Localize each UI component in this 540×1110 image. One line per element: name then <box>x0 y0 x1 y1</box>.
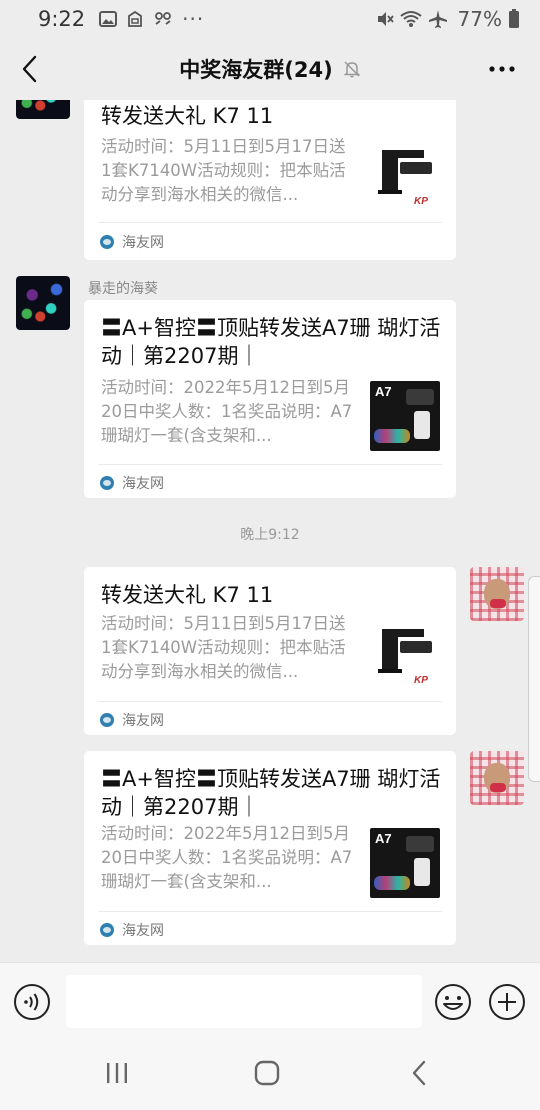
message-timestamp: 晚上9:12 <box>240 527 300 543</box>
card-thumbnail: KP <box>372 146 442 216</box>
emoji-button[interactable] <box>434 983 472 1021</box>
source-name: 海友网 <box>122 713 164 729</box>
avatar[interactable] <box>470 567 524 621</box>
card-thumbnail: A7 <box>370 381 440 451</box>
chevron-left-icon <box>22 55 37 83</box>
thumb-label: A7 <box>375 384 392 399</box>
card-source: 海友网 <box>100 710 164 730</box>
card-description: 活动时间：5月11日到5月17日送1套K7140W活动规则：把本贴活动分享到海水… <box>101 137 346 204</box>
thumb-label: A7 <box>375 831 392 846</box>
chat-area[interactable]: 转发送大礼 K7 11 活动时间：5月11日到5月17日送1套K7140W活动规… <box>0 100 540 962</box>
scroll-handle[interactable] <box>528 576 540 782</box>
input-bar <box>0 962 540 1040</box>
link-icon <box>155 12 172 25</box>
sender-name: 暴走的海葵 <box>88 281 158 297</box>
voice-button[interactable] <box>13 983 51 1021</box>
recents-icon <box>107 1063 127 1083</box>
clipboard-icon <box>128 10 143 27</box>
link-card[interactable]: 〓A+智控〓顶贴转发送A7珊 瑚灯活动｜第2207期｜ 活动时间：2022年5月… <box>84 751 456 945</box>
card-description: 活动时间：2022年5月12日到5月20日中奖人数：1名奖品说明：A7珊瑚灯一套… <box>101 378 353 445</box>
message-input[interactable] <box>66 975 422 1028</box>
source-logo-icon <box>100 476 114 490</box>
home-icon <box>254 1060 280 1086</box>
svg-text:KP: KP <box>414 675 428 686</box>
card-source: 海友网 <box>100 473 164 493</box>
avatar[interactable] <box>16 276 70 330</box>
more-dots-icon <box>489 66 515 72</box>
mute-icon <box>377 12 394 26</box>
card-divider <box>98 464 442 465</box>
source-name: 海友网 <box>122 476 164 492</box>
chat-header: 中奖海友群(24) <box>0 38 540 100</box>
card-divider <box>98 222 442 223</box>
source-name: 海友网 <box>122 923 164 939</box>
source-logo-icon <box>100 713 114 727</box>
chat-more-button[interactable] <box>488 56 516 82</box>
svg-text:KP: KP <box>414 196 428 207</box>
airplane-icon <box>428 10 447 28</box>
chat-title: 中奖海友群(24) <box>179 58 333 82</box>
card-title: 〓A+智控〓顶贴转发送A7珊 瑚灯活动｜第2207期｜ <box>101 316 441 368</box>
voice-icon <box>14 984 50 1020</box>
battery-icon <box>509 9 519 28</box>
recents-button[interactable] <box>97 1056 137 1090</box>
link-card[interactable]: 转发送大礼 K7 11 活动时间：5月11日到5月17日送1套K7140W活动规… <box>84 100 456 260</box>
system-back-button[interactable] <box>399 1056 439 1090</box>
status-more: ··· <box>182 7 205 31</box>
source-logo-icon <box>100 923 114 937</box>
card-divider <box>98 911 442 912</box>
wifi-icon <box>399 11 422 27</box>
avatar[interactable] <box>16 100 70 119</box>
card-thumbnail: A7 <box>370 828 440 898</box>
card-title: 转发送大礼 K7 11 <box>101 104 274 128</box>
card-description: 活动时间：5月11日到5月17日送1套K7140W活动规则：把本贴活动分享到海水… <box>101 614 346 681</box>
back-icon <box>412 1060 426 1086</box>
card-source: 海友网 <box>100 232 164 252</box>
link-card[interactable]: 〓A+智控〓顶贴转发送A7珊 瑚灯活动｜第2207期｜ 活动时间：2022年5月… <box>84 300 456 498</box>
card-description: 活动时间：2022年5月12日到5月20日中奖人数：1名奖品说明：A7珊瑚灯一套… <box>101 824 353 891</box>
battery-percent: 77% <box>457 7 502 31</box>
card-title: 转发送大礼 K7 11 <box>101 583 274 607</box>
back-button[interactable] <box>14 52 44 86</box>
card-divider <box>98 701 442 702</box>
image-icon <box>99 11 118 27</box>
status-bar: 9:22 ··· 77% <box>0 0 540 38</box>
avatar[interactable] <box>470 751 524 805</box>
card-source: 海友网 <box>100 920 164 940</box>
source-logo-icon <box>100 235 114 249</box>
card-title: 〓A+智控〓顶贴转发送A7珊 瑚灯活动｜第2207期｜ <box>101 767 441 819</box>
home-button[interactable] <box>247 1056 287 1090</box>
system-nav-bar <box>0 1040 540 1110</box>
bell-off-icon <box>343 61 361 78</box>
plus-icon <box>489 984 525 1020</box>
status-time: 9:22 <box>38 7 86 31</box>
link-card[interactable]: 转发送大礼 K7 11 活动时间：5月11日到5月17日送1套K7140W活动规… <box>84 567 456 735</box>
emoji-icon <box>435 984 471 1020</box>
card-thumbnail: KP <box>372 625 442 695</box>
source-name: 海友网 <box>122 235 164 251</box>
more-functions-button[interactable] <box>488 983 526 1021</box>
